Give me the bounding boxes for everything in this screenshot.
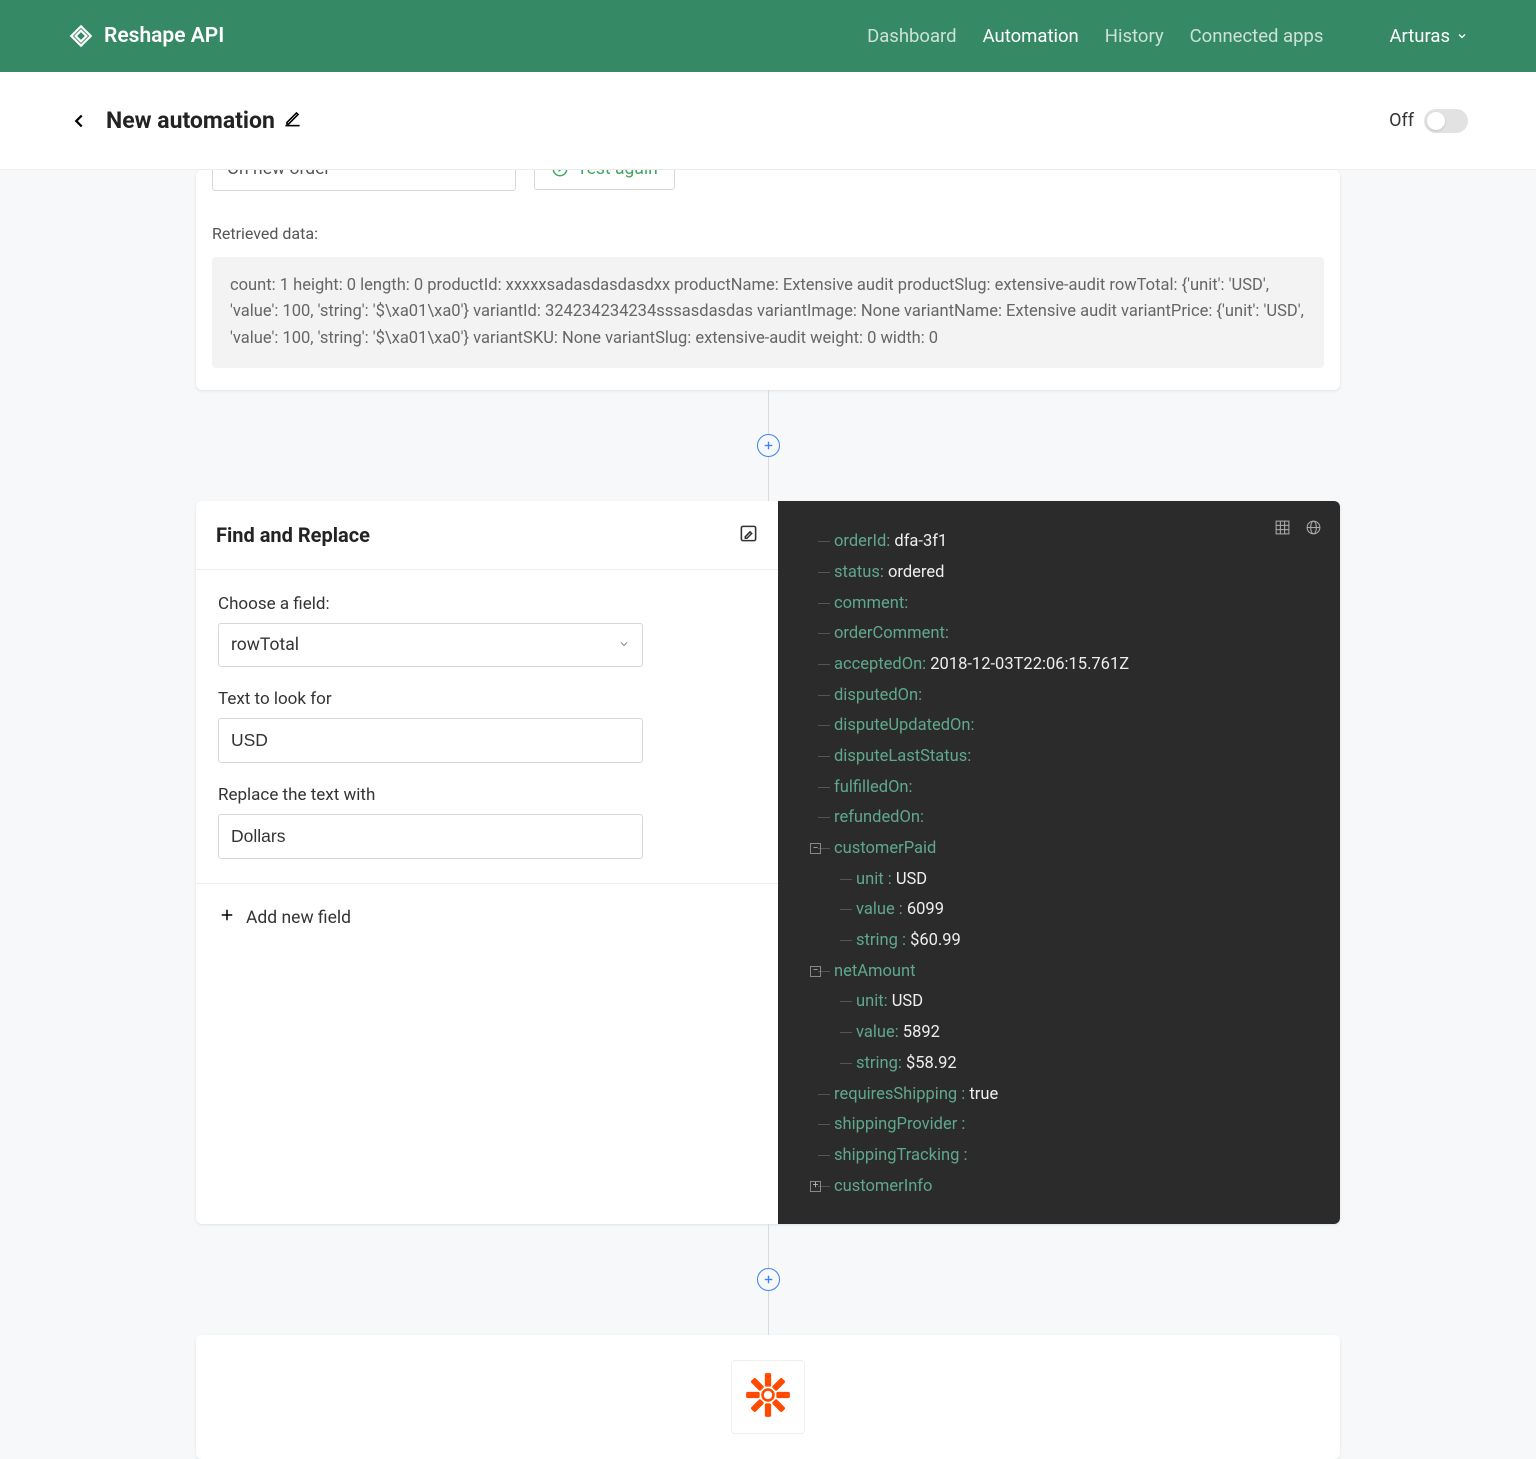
text-look-for-label: Text to look for [218,689,756,709]
integration-card [196,1335,1340,1459]
automation-toggle: Off [1389,109,1468,133]
page-title: New automation [106,107,302,134]
add-new-field-label: Add new field [246,908,351,928]
zapier-tile[interactable] [731,1360,805,1434]
edit-step-icon[interactable] [739,524,758,547]
tree-row[interactable]: +customerInfo [804,1172,1320,1203]
chevron-down-icon [618,635,630,655]
replace-text-label: Replace the text with [218,785,756,805]
back-button[interactable] [68,110,90,132]
retrieved-data-label: Retrieved data: [212,224,1324,243]
trigger-select-value: On new order [227,170,330,179]
chevron-down-icon [1456,25,1468,47]
tree-row: comment: [804,589,1320,620]
connector [196,390,1340,501]
tree-row: status: ordered [804,558,1320,589]
nav-connected-apps[interactable]: Connected apps [1190,25,1324,47]
tree-row: disputeLastStatus: [804,742,1320,773]
brand-logo-icon [68,23,94,49]
user-menu[interactable]: Arturas [1389,25,1468,47]
tree-row: disputeUpdatedOn: [804,711,1320,742]
find-replace-card: Find and Replace Choose a field: rowTota… [196,501,1340,1224]
tree-row: unit: USD [804,987,1320,1018]
tree-row: refundedOn: [804,803,1320,834]
nav-dashboard[interactable]: Dashboard [867,25,956,47]
top-bar: Reshape API Dashboard Automation History… [0,0,1536,72]
page-title-text: New automation [106,107,275,134]
field-select[interactable]: rowTotal [218,623,643,667]
tree-row: shippingTracking : [804,1141,1320,1172]
brand[interactable]: Reshape API [68,23,224,49]
edit-title-icon[interactable] [283,107,302,134]
nav-history[interactable]: History [1105,25,1164,47]
tree-row: requiresShipping : true [804,1080,1320,1111]
connector-line [768,1224,769,1268]
test-again-label: Test again [577,170,658,179]
tree-row[interactable]: −netAmount [804,957,1320,988]
zapier-icon [742,1369,794,1425]
tree-row: orderId: dfa-3f1 [804,527,1320,558]
chevron-down-icon [489,170,501,179]
text-look-for-input[interactable] [218,718,643,763]
tree-row: string: $58.92 [804,1049,1320,1080]
trigger-event-select[interactable]: On new order [212,170,516,191]
collapse-icon[interactable]: − [810,966,821,977]
plus-icon [218,906,236,929]
connector-line [768,390,769,434]
connector-line [768,457,769,501]
tree-row: shippingProvider : [804,1110,1320,1141]
tree-row: unit : USD [804,865,1320,896]
add-new-field-button[interactable]: Add new field [196,884,778,929]
field-select-value: rowTotal [231,635,299,655]
collapse-icon[interactable]: − [810,843,821,854]
sub-header: New automation Off [0,72,1536,170]
add-step-button[interactable] [757,434,780,457]
tree-row: acceptedOn: 2018-12-03T22:06:15.761Z [804,650,1320,681]
tree-row: fulfilledOn: [804,773,1320,804]
find-replace-form: Find and Replace Choose a field: rowTota… [196,501,778,1224]
retrieved-data-box: count: 1 height: 0 length: 0 productId: … [212,257,1324,368]
tree-row: string : $60.99 [804,926,1320,957]
connector [196,1224,1340,1335]
connector-line [768,1291,769,1335]
choose-field-label: Choose a field: [218,594,756,614]
nav-links: Dashboard Automation History Connected a… [867,25,1468,47]
replace-text-input[interactable] [218,814,643,859]
json-preview-panel: orderId: dfa-3f1 status: ordered comment… [778,501,1340,1224]
user-name: Arturas [1389,25,1450,47]
tree-row[interactable]: −customerPaid [804,834,1320,865]
tree-row: value : 6099 [804,895,1320,926]
tree-row: disputedOn: [804,681,1320,712]
test-again-button[interactable]: Test again [534,170,675,190]
add-step-button[interactable] [757,1268,780,1291]
brand-name: Reshape API [104,24,224,48]
toggle-state-label: Off [1389,110,1414,131]
canvas: On new order Test again Retrieved data: … [0,170,1536,1459]
tree-row: value: 5892 [804,1018,1320,1049]
toggle-switch[interactable] [1424,109,1468,133]
find-replace-title: Find and Replace [216,523,370,547]
nav-automation[interactable]: Automation [983,25,1079,47]
trigger-card: On new order Test again Retrieved data: … [196,170,1340,390]
tree-row: orderComment: [804,619,1320,650]
expand-icon[interactable]: + [810,1181,821,1192]
